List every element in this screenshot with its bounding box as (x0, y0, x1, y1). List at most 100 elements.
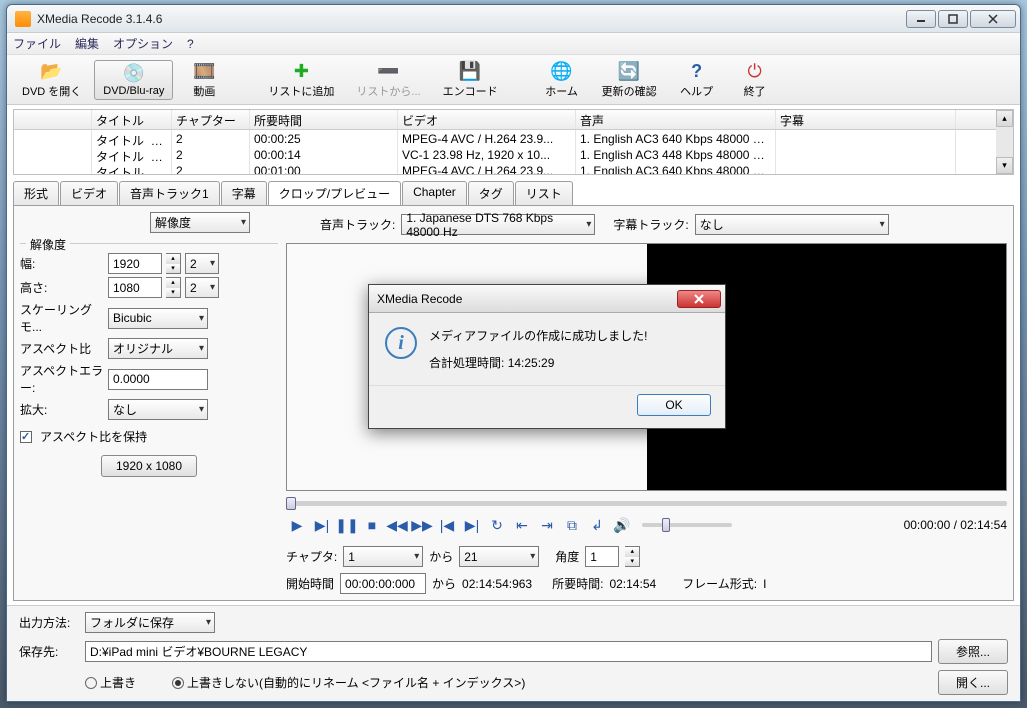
dest-input[interactable] (85, 641, 932, 662)
table-row[interactable]: タイトル_13 ...200:00:25MPEG-4 AVC / H.264 2… (14, 130, 996, 146)
add-list-button[interactable]: ✚リストに追加 (259, 58, 343, 102)
encode-button[interactable]: 💾エンコード (434, 58, 507, 102)
minimize-button[interactable] (906, 10, 936, 28)
toolbar: 📂DVD を開く 💿DVD/Blu-ray 🎞️動画 ✚リストに追加 ➖リストか… (7, 55, 1020, 105)
output-panel: 出力方法: フォルダに保存 保存先: 参照... 上書き 上書きしない(自動的に… (7, 605, 1020, 701)
success-dialog: XMedia Recode i メディアファイルの作成に成功しました! 合計処理… (368, 284, 726, 429)
chapter-from-select[interactable]: 1 (343, 546, 423, 567)
output-method-select[interactable]: フォルダに保存 (85, 612, 215, 633)
stepback-icon[interactable]: |◀ (436, 514, 458, 536)
from-list-button: ➖リストから... (347, 58, 429, 102)
menu-help[interactable]: ? (187, 37, 194, 51)
browse-button[interactable]: 参照... (938, 639, 1008, 664)
width-input[interactable] (108, 253, 162, 274)
zoom-select[interactable]: なし (108, 399, 208, 420)
rename-radio[interactable] (172, 677, 184, 689)
tab-tag[interactable]: タグ (468, 181, 514, 205)
dialog-time: 14:25:29 (508, 356, 555, 370)
col-title[interactable]: タイトル (92, 110, 172, 129)
menubar: ファイル 編集 オプション ? (7, 33, 1020, 55)
height-spinner[interactable]: ▴▾ (166, 277, 181, 298)
tab-format[interactable]: 形式 (13, 181, 59, 205)
menu-options[interactable]: オプション (113, 35, 173, 52)
sendback-icon[interactable]: ↲ (586, 514, 608, 536)
time-display: 00:00:00 / 02:14:54 (904, 518, 1007, 532)
refresh-icon: 🔄 (617, 61, 641, 83)
home-button[interactable]: 🌐ホーム (535, 58, 589, 102)
close-button[interactable] (970, 10, 1016, 28)
app-icon (15, 11, 31, 27)
help-button[interactable]: ?ヘルプ (670, 58, 724, 102)
menu-file[interactable]: ファイル (13, 35, 61, 52)
subtitle-track-select[interactable]: なし (695, 214, 889, 235)
list-header: タイトル チャプター 所要時間 ビデオ 音声 字幕 (14, 110, 996, 130)
overwrite-radio[interactable] (85, 677, 97, 689)
rewind-icon[interactable]: ◀◀ (386, 514, 408, 536)
scroll-down-icon[interactable]: ▾ (996, 157, 1013, 174)
frame-type: I (763, 577, 766, 591)
col-video[interactable]: ビデオ (398, 110, 576, 129)
duration-value: 02:14:54 (609, 577, 656, 591)
folder-icon: 📂 (40, 61, 64, 83)
aspect-select[interactable]: オリジナル (108, 338, 208, 359)
tab-chapter[interactable]: Chapter (402, 181, 467, 205)
timeline[interactable] (286, 501, 1007, 506)
stepfwd-icon[interactable]: ▶| (461, 514, 483, 536)
timeline-thumb[interactable] (286, 497, 296, 510)
dvd-bluray-button[interactable]: 💿DVD/Blu-ray (94, 60, 173, 100)
col-audio[interactable]: 音声 (576, 110, 776, 129)
end-time: 02:14:54:963 (462, 577, 532, 591)
tab-subtitle[interactable]: 字幕 (221, 181, 267, 205)
maximize-button[interactable] (938, 10, 968, 28)
tab-video[interactable]: ビデオ (60, 181, 118, 205)
exit-button[interactable]: ⏻終了 (728, 58, 782, 102)
table-row[interactable]: タイトル_18 ...200:00:14VC-1 23.98 Hz, 1920 … (14, 146, 996, 162)
open-dvd-button[interactable]: 📂DVD を開く (13, 58, 90, 102)
video-button[interactable]: 🎞️動画 (177, 58, 231, 102)
skipfwd-icon[interactable]: ▶| (311, 514, 333, 536)
markout-icon[interactable]: ⇥ (536, 514, 558, 536)
aspect-error-input[interactable] (108, 369, 208, 390)
scaling-select[interactable]: Bicubic (108, 308, 208, 329)
audio-track-select[interactable]: 1. Japanese DTS 768 Kbps 48000 Hz (401, 214, 595, 235)
subtitle-track-label: 字幕トラック: (613, 216, 688, 233)
play-icon[interactable]: ▶ (286, 514, 308, 536)
pause-icon[interactable]: ❚❚ (336, 514, 358, 536)
open-button[interactable]: 開く... (938, 670, 1008, 695)
tab-crop-preview[interactable]: クロップ/プレビュー (268, 181, 401, 205)
volume-slider[interactable] (642, 523, 732, 527)
tab-list[interactable]: リスト (515, 181, 573, 205)
width-mul-select[interactable]: 2 (185, 253, 219, 274)
dialog-ok-button[interactable]: OK (637, 394, 711, 416)
forward-icon[interactable]: ▶▶ (411, 514, 433, 536)
dialog-close-button[interactable] (677, 290, 721, 308)
resolution-mode-select[interactable]: 解像度 (150, 212, 250, 233)
minus-icon: ➖ (376, 61, 400, 83)
list-scrollbar[interactable]: ▴ ▾ (996, 110, 1013, 174)
tab-audio1[interactable]: 音声トラック1 (119, 181, 220, 205)
angle-input[interactable] (585, 546, 619, 567)
size-button[interactable]: 1920 x 1080 (101, 455, 197, 477)
film-icon: 🎞️ (192, 61, 216, 83)
crop-icon[interactable]: ⧉ (561, 514, 583, 536)
height-input[interactable] (108, 277, 162, 298)
stop-icon[interactable]: ■ (361, 514, 383, 536)
col-subtitle[interactable]: 字幕 (776, 110, 956, 129)
keep-aspect-checkbox[interactable] (20, 431, 32, 443)
markin-icon[interactable]: ⇤ (511, 514, 533, 536)
angle-spinner[interactable]: ▴▾ (625, 546, 640, 567)
chapter-to-select[interactable]: 21 (459, 546, 539, 567)
loop-icon[interactable]: ↻ (486, 514, 508, 536)
col-chapter[interactable]: チャプター (172, 110, 250, 129)
col-duration[interactable]: 所要時間 (250, 110, 398, 129)
height-mul-select[interactable]: 2 (185, 277, 219, 298)
update-button[interactable]: 🔄更新の確認 (593, 58, 666, 102)
width-spinner[interactable]: ▴▾ (166, 253, 181, 274)
volume-icon[interactable]: 🔊 (611, 514, 633, 536)
menu-edit[interactable]: 編集 (75, 35, 99, 52)
globe-icon: 🌐 (550, 61, 574, 83)
start-time-input[interactable] (340, 573, 426, 594)
table-row[interactable]: タイトル_10 ...200:01:00MPEG-4 AVC / H.264 2… (14, 162, 996, 174)
window-title: XMedia Recode 3.1.4.6 (37, 12, 904, 26)
scroll-up-icon[interactable]: ▴ (996, 110, 1013, 127)
